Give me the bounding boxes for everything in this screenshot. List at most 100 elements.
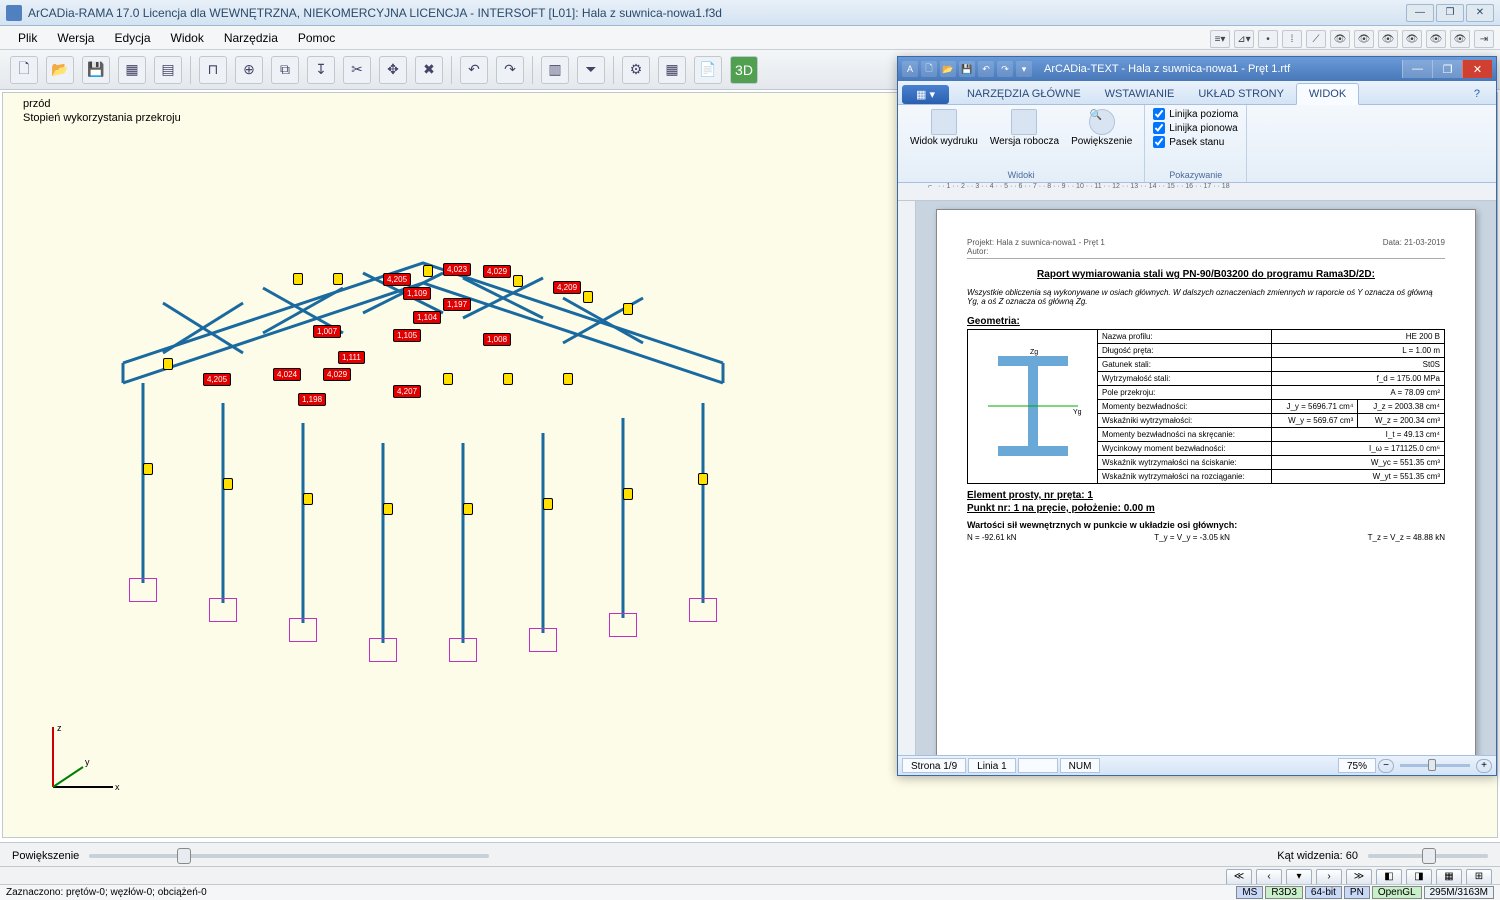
copy-icon[interactable]: ⧉ (271, 56, 299, 84)
save-icon[interactable]: 💾 (82, 56, 110, 84)
qat-open-icon[interactable]: 📂 (940, 61, 956, 77)
file-tab[interactable]: ▦ ▾ (902, 85, 949, 104)
chk-hruler[interactable]: Linijka pozioma (1153, 107, 1238, 121)
tab-view[interactable]: WIDOK (1296, 83, 1359, 105)
badge-ms: MS (1236, 886, 1263, 899)
profile-icon: Yg Zg (978, 346, 1088, 466)
badge-64bit: 64-bit (1305, 886, 1342, 899)
doc-minimize-button[interactable]: — (1402, 60, 1432, 78)
hdr-author: Autor: (967, 247, 1105, 256)
eye-2-icon[interactable]: 👁 (1354, 30, 1374, 48)
undo-icon[interactable]: ↶ (460, 56, 488, 84)
minimize-button[interactable]: — (1406, 4, 1434, 22)
eye-5-icon[interactable]: 👁 (1426, 30, 1446, 48)
view-1-icon[interactable]: ◧ (1376, 869, 1402, 885)
vis-3-icon[interactable]: ⟋ (1306, 30, 1326, 48)
close-button[interactable]: ✕ (1466, 4, 1494, 22)
structure-model: 4,205 1,109 4,023 4,029 4,209 1,197 1,10… (103, 203, 743, 703)
doc-titlebar[interactable]: A 🗋 📂 💾 ↶ ↷ ▾ ArCADia-TEXT - Hala z suwn… (898, 57, 1496, 81)
results-icon[interactable]: ▦ (658, 56, 686, 84)
util-tag: 4,207 (393, 385, 421, 398)
qat-new-icon[interactable]: 🗋 (921, 61, 937, 77)
qat-more-icon[interactable]: ▾ (1016, 61, 1032, 77)
cut-icon[interactable]: ✂ (343, 56, 371, 84)
view-2-icon[interactable]: ◨ (1406, 869, 1432, 885)
view3d-icon[interactable]: 3D (730, 56, 758, 84)
qat-save-icon[interactable]: 💾 (959, 61, 975, 77)
axis-gizmo: z x y (33, 717, 123, 807)
help-icon[interactable]: ? (1462, 84, 1492, 104)
menu-edit[interactable]: Edycja (106, 29, 158, 47)
load-icon[interactable]: ↧ (307, 56, 335, 84)
qat-redo-icon[interactable]: ↷ (997, 61, 1013, 77)
chk-status[interactable]: Pasek stanu (1153, 135, 1238, 149)
menu-help[interactable]: Pomoc (290, 29, 343, 47)
doc-zoom-slider[interactable] (1400, 764, 1470, 767)
chk-vruler[interactable]: Linijka pionowa (1153, 121, 1238, 135)
tab-layout[interactable]: UKŁAD STRONY (1186, 84, 1296, 104)
frame-icon[interactable]: ⊓ (199, 56, 227, 84)
redo-icon[interactable]: ↷ (496, 56, 524, 84)
zoom-button[interactable]: 🔍Powiększenie (1067, 107, 1136, 149)
layers-icon[interactable]: ▤ (154, 56, 182, 84)
app-title: ArCADia-RAMA 17.0 Licencja dla WEWNĘTRZN… (28, 6, 1406, 20)
filter-icon[interactable]: ⏷ (577, 56, 605, 84)
doc-close-button[interactable]: ✕ (1462, 60, 1492, 78)
util-tag: 1,109 (403, 287, 431, 300)
axis-dropdown-icon[interactable]: ⊿▾ (1234, 30, 1254, 48)
eye-3-icon[interactable]: 👁 (1378, 30, 1398, 48)
point-header: Punkt nr: 1 na pręcie, położenie: 0.00 m (967, 503, 1445, 514)
calc-icon[interactable]: ⚙ (622, 56, 650, 84)
collapse-icon[interactable]: ⇥ (1474, 30, 1494, 48)
support-icon (289, 618, 317, 642)
nav-next-icon[interactable]: › (1316, 869, 1342, 885)
badge-opengl: OpenGL (1372, 886, 1422, 899)
hdr-project: Projekt: Hala z suwnica-nowa1 - Pręt 1 (967, 238, 1105, 247)
delete-icon[interactable]: ✖ (415, 56, 443, 84)
bars-icon[interactable]: ▥ (541, 56, 569, 84)
ok-tag (583, 291, 593, 303)
menu-tools[interactable]: Narzędzia (216, 29, 286, 47)
move-icon[interactable]: ✥ (379, 56, 407, 84)
style-dropdown-icon[interactable]: ≡▾ (1210, 30, 1230, 48)
nav-last-icon[interactable]: ≫ (1346, 869, 1372, 885)
support-icon (529, 628, 557, 652)
zoom-out-button[interactable]: − (1378, 759, 1394, 773)
ok-tag (223, 478, 233, 490)
open-file-icon[interactable]: 📂 (46, 56, 74, 84)
menu-file[interactable]: Plik (10, 29, 45, 47)
new-file-icon[interactable]: 🗋 (10, 56, 38, 84)
tab-insert[interactable]: WSTAWIANIE (1093, 84, 1187, 104)
page-area[interactable]: Projekt: Hala z suwnica-nowa1 - Pręt 1 A… (916, 201, 1496, 755)
nav-prev-icon[interactable]: ‹ (1256, 869, 1282, 885)
view-4-icon[interactable]: ⊞ (1466, 869, 1492, 885)
grid-icon[interactable]: ▦ (118, 56, 146, 84)
zoom-slider[interactable] (89, 854, 489, 858)
eye-1-icon[interactable]: 👁 (1330, 30, 1350, 48)
menu-version[interactable]: Wersja (49, 29, 102, 47)
svg-text:z: z (57, 723, 62, 733)
app-icon (6, 5, 22, 21)
print-view-button[interactable]: Widok wydruku (906, 107, 982, 149)
ruler-horizontal[interactable]: ⌐ · · 1 · · 2 · · 3 · · 4 · · 5 · · 6 · … (898, 183, 1496, 201)
ruler-vertical[interactable] (898, 201, 916, 755)
eye-6-icon[interactable]: 👁 (1450, 30, 1470, 48)
qat-app-icon[interactable]: A (902, 61, 918, 77)
report-icon[interactable]: 📄 (694, 56, 722, 84)
draft-view-button[interactable]: Wersja robocza (986, 107, 1063, 149)
doc-maximize-button[interactable]: ❐ (1432, 60, 1462, 78)
maximize-button[interactable]: ❐ (1436, 4, 1464, 22)
fov-slider[interactable] (1368, 854, 1488, 858)
menu-view[interactable]: Widok (163, 29, 212, 47)
view-3-icon[interactable]: ▦ (1436, 869, 1462, 885)
tab-home[interactable]: NARZĘDZIA GŁÓWNE (955, 84, 1093, 104)
qat-undo-icon[interactable]: ↶ (978, 61, 994, 77)
ok-tag (563, 373, 573, 385)
nav-first-icon[interactable]: ≪ (1226, 869, 1252, 885)
zoom-in-button[interactable]: + (1476, 759, 1492, 773)
add-node-icon[interactable]: ⊕ (235, 56, 263, 84)
eye-4-icon[interactable]: 👁 (1402, 30, 1422, 48)
vis-1-icon[interactable]: • (1258, 30, 1278, 48)
vis-2-icon[interactable]: ⁞ (1282, 30, 1302, 48)
nav-down-icon[interactable]: ▾ (1286, 869, 1312, 885)
